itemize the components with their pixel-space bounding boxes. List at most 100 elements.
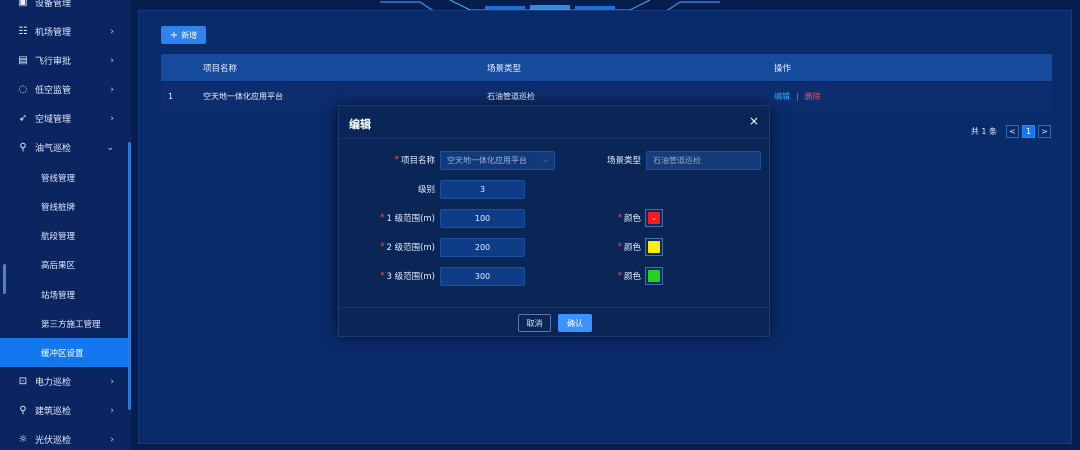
edit-link[interactable]: 编辑 bbox=[774, 91, 790, 102]
range-1-input[interactable]: 100 bbox=[440, 209, 525, 228]
color-3-picker[interactable] bbox=[645, 267, 663, 285]
table-header: 项目名称 场景类型 操作 bbox=[161, 54, 1052, 81]
scene-type-field[interactable]: 石油管道巡检 bbox=[646, 151, 761, 170]
sidebar-item-label: 机场管理 bbox=[35, 28, 72, 38]
sidebar-item-label: 低空监管 bbox=[35, 86, 72, 96]
action-divider: | bbox=[796, 92, 799, 101]
sidebar-subitem-label: 管线管理 bbox=[41, 173, 76, 184]
color-3-label-text: 颜色 bbox=[623, 272, 641, 282]
color-2-label: * 颜色 bbox=[599, 238, 641, 256]
color-2-label-text: 颜色 bbox=[623, 243, 641, 253]
color-1-label-text: 颜色 bbox=[623, 214, 641, 224]
chevron-right-icon: › bbox=[110, 55, 114, 66]
sidebar-item-label: 空域管理 bbox=[35, 115, 72, 125]
color-3-swatch bbox=[648, 270, 660, 282]
range-2-input[interactable]: 200 bbox=[440, 238, 525, 257]
sidebar-scrollbar[interactable] bbox=[128, 142, 131, 410]
level-input[interactable]: 3 bbox=[440, 180, 525, 199]
sidebar-subitem-label: 站场管理 bbox=[41, 290, 76, 301]
color-1-label: * 颜色 bbox=[599, 209, 641, 227]
sidebar-item-airspace[interactable]: ➶ 空域管理 › bbox=[0, 104, 128, 133]
range-3-input[interactable]: 300 bbox=[440, 267, 525, 286]
chevron-right-icon: › bbox=[110, 434, 114, 445]
airport-icon: ☷ bbox=[18, 26, 28, 37]
confirm-button[interactable]: 确认 bbox=[558, 314, 592, 332]
sidebar-item-monitor[interactable]: ◌ 低空监管 › bbox=[0, 75, 128, 104]
chevron-right-icon: › bbox=[110, 113, 114, 124]
sidebar-item-power[interactable]: ⊡ 电力巡检 › bbox=[0, 367, 128, 396]
prev-page-button[interactable]: < bbox=[1006, 124, 1019, 138]
power-icon: ⊡ bbox=[18, 376, 28, 387]
page-1-button[interactable]: 1 bbox=[1022, 124, 1035, 138]
chevron-right-icon: › bbox=[110, 26, 114, 37]
column-header-project: 项目名称 bbox=[203, 63, 238, 74]
sidebar-item-pipeline[interactable]: ⚲ 油气巡检 ⌄ bbox=[0, 133, 128, 162]
sidebar-item-label: 电力巡检 bbox=[35, 378, 72, 388]
scene-type-label: 场景类型 bbox=[606, 156, 641, 166]
range-1-label: * 1 级范围(m) bbox=[359, 209, 435, 227]
sidebar-item-building[interactable]: ⚲ 建筑巡检 › bbox=[0, 396, 128, 425]
sidebar-item-label: 设备管理 bbox=[35, 0, 72, 9]
chevron-right-icon: › bbox=[110, 84, 114, 95]
range-2-label-text: 2 级范围(m) bbox=[386, 243, 435, 253]
sidebar: ▣ 设备管理 ☷ 机场管理 › ▤ 飞行审批 › ◌ 低空监管 › ➶ 空域管理… bbox=[0, 0, 131, 450]
column-header-actions: 操作 bbox=[774, 63, 792, 74]
sidebar-subitem-label: 航段管理 bbox=[41, 231, 76, 242]
cancel-button[interactable]: 取消 bbox=[518, 314, 551, 332]
dialog-title: 编辑 bbox=[349, 118, 371, 131]
sidebar-item-label: 油气巡检 bbox=[35, 144, 72, 154]
close-icon[interactable]: × bbox=[749, 114, 759, 128]
sidebar-item-approval[interactable]: ▤ 飞行审批 › bbox=[0, 46, 128, 75]
chevron-right-icon: › bbox=[110, 405, 114, 416]
level-label: 级别 bbox=[417, 185, 435, 195]
sidebar-subitem-label: 高后果区 bbox=[41, 260, 76, 271]
color-1-swatch: ⌄ bbox=[648, 212, 660, 224]
row-actions: 编辑 | 删除 bbox=[774, 83, 821, 110]
required-marker: * bbox=[617, 271, 622, 281]
sidebar-subitem-third-party[interactable]: 第三方施工管理 bbox=[0, 309, 128, 338]
sidebar-item-device[interactable]: ▣ 设备管理 bbox=[0, 0, 128, 17]
device-icon: ▣ bbox=[18, 0, 28, 8]
project-name-select[interactable]: 空天地一体化应用平台 ⌵ bbox=[440, 151, 555, 170]
chevron-right-icon: › bbox=[110, 376, 114, 387]
color-2-swatch bbox=[648, 241, 660, 253]
scene-type-value: 石油管道巡检 bbox=[653, 156, 701, 165]
sidebar-subitem-pipeline-marker[interactable]: 管线桩牌 bbox=[0, 192, 128, 221]
row-project-name: 空天地一体化应用平台 bbox=[203, 92, 283, 101]
delete-link[interactable]: 删除 bbox=[805, 91, 821, 102]
sidebar-item-label: 飞行审批 bbox=[35, 57, 72, 67]
required-marker: * bbox=[380, 271, 385, 281]
project-name-label-text: 项目名称 bbox=[400, 156, 435, 166]
color-3-label: * 颜色 bbox=[599, 267, 641, 285]
next-page-button[interactable]: > bbox=[1038, 124, 1051, 138]
color-1-picker[interactable]: ⌄ bbox=[645, 209, 663, 227]
dialog-footer-divider bbox=[339, 307, 769, 308]
required-marker: * bbox=[380, 213, 385, 223]
monitor-icon: ◌ bbox=[18, 84, 28, 95]
dialog-header-divider bbox=[339, 138, 769, 139]
approval-icon: ▤ bbox=[18, 55, 28, 66]
sidebar-subitem-label: 管线桩牌 bbox=[41, 202, 76, 213]
airspace-icon: ➶ bbox=[18, 113, 28, 124]
sidebar-subitem-high-consequence[interactable]: 高后果区 bbox=[0, 250, 128, 279]
sidebar-subitem-station[interactable]: 站场管理 bbox=[0, 280, 128, 309]
total-count: 共 1 条 bbox=[970, 126, 997, 136]
range-3-label: * 3 级范围(m) bbox=[359, 267, 435, 285]
plus-icon: + bbox=[169, 29, 179, 41]
pipeline-icon: ⚲ bbox=[19, 142, 27, 153]
sidebar-item-airport[interactable]: ☷ 机场管理 › bbox=[0, 17, 128, 46]
row-index: 1 bbox=[168, 92, 174, 101]
add-button-label: 新增 bbox=[181, 30, 198, 40]
color-2-picker[interactable] bbox=[645, 238, 663, 256]
add-button[interactable]: + 新增 bbox=[161, 26, 206, 44]
chevron-down-icon: ⌵ bbox=[542, 156, 548, 164]
range-2-label: * 2 级范围(m) bbox=[359, 238, 435, 256]
required-marker: * bbox=[380, 242, 385, 252]
range-1-label-text: 1 级范围(m) bbox=[386, 214, 435, 224]
sidebar-subitem-pipeline-manage[interactable]: 管线管理 bbox=[0, 163, 128, 192]
chevron-down-icon: ⌄ bbox=[106, 142, 114, 153]
sidebar-subitem-buffer[interactable]: 缓冲区设置 bbox=[0, 338, 128, 367]
sidebar-subitem-segment[interactable]: 航段管理 bbox=[0, 221, 128, 250]
sidebar-item-solar[interactable]: ☼ 光伏巡检 › bbox=[0, 425, 128, 450]
building-icon: ⚲ bbox=[19, 405, 27, 416]
